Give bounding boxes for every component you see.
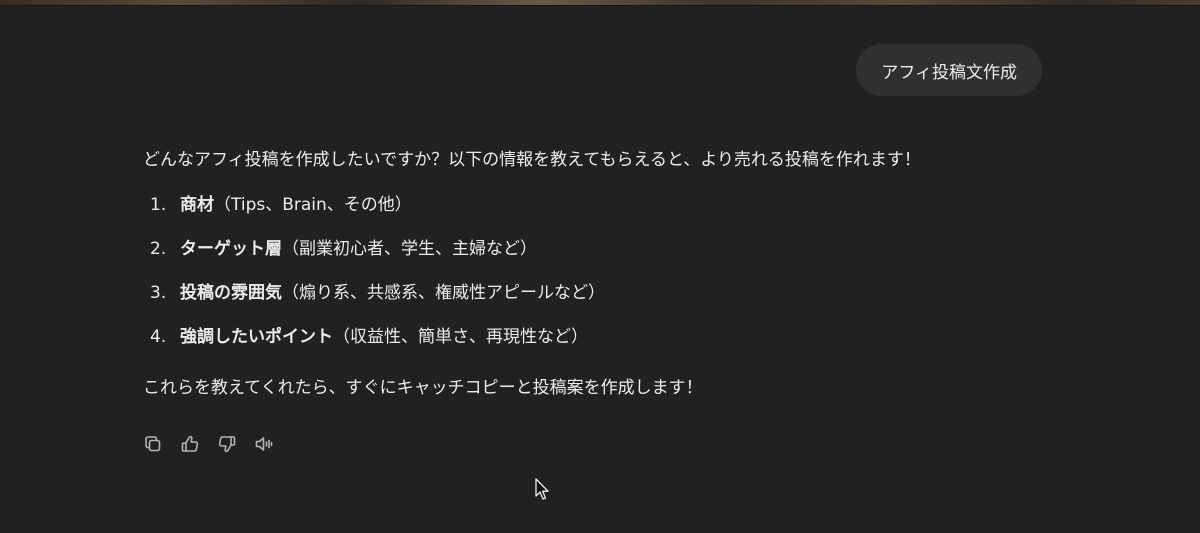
thumbs-down-button[interactable] <box>217 434 237 454</box>
list-number: 2. <box>150 239 167 259</box>
copy-icon <box>145 436 161 452</box>
read-aloud-button[interactable] <box>254 434 274 454</box>
assistant-message: どんなアフィ投稿を作成したいですか？以下の情報を教えてもらえると、より売れる投稿… <box>143 146 1063 402</box>
list-detail: （収益性、簡単さ、再現性など） <box>333 327 588 347</box>
list-item: 2. ターゲット層 （副業初心者、学生、主婦など） <box>143 235 1063 263</box>
message-actions <box>143 434 274 454</box>
thumbs-down-icon <box>218 436 236 453</box>
list-detail: （煽り系、共感系、権威性アピールなど） <box>282 283 605 303</box>
mouse-pointer-icon <box>535 478 549 500</box>
copy-button[interactable] <box>143 434 163 454</box>
assistant-outro: これらを教えてくれたら、すぐにキャッチコピーと投稿案を作成します！ <box>143 378 703 398</box>
divider <box>0 5 1200 6</box>
assistant-intro: どんなアフィ投稿を作成したいですか？以下の情報を教えてもらえると、より売れる投稿… <box>143 150 921 170</box>
list-term: 強調したいポイント <box>180 327 333 347</box>
user-message-bubble: アフィ投稿文作成 <box>856 44 1042 96</box>
list-detail: （副業初心者、学生、主婦など） <box>282 239 537 259</box>
list-term: ターゲット層 <box>180 239 282 259</box>
list-number: 1. <box>150 195 167 215</box>
speaker-icon <box>255 437 273 451</box>
list-item: 3. 投稿の雰囲気 （煽り系、共感系、権威性アピールなど） <box>143 279 1063 307</box>
thumbs-up-icon <box>181 435 199 452</box>
list-number: 4. <box>150 327 167 347</box>
list-item: 1. 商材 （Tips、Brain、その他） <box>143 191 1063 219</box>
chat-window: アフィ投稿文作成 どんなアフィ投稿を作成したいですか？以下の情報を教えてもらえる… <box>0 0 1200 533</box>
list-item: 4. 強調したいポイント （収益性、簡単さ、再現性など） <box>143 323 1063 351</box>
list-term: 投稿の雰囲気 <box>180 283 282 303</box>
list-number: 3. <box>150 283 167 303</box>
user-message-text: アフィ投稿文作成 <box>881 62 1017 83</box>
thumbs-up-button[interactable] <box>180 434 200 454</box>
numbered-list: 1. 商材 （Tips、Brain、その他） 2. ターゲット層 （副業初心者、… <box>143 191 1063 351</box>
list-detail: （Tips、Brain、その他） <box>214 195 412 215</box>
list-term: 商材 <box>180 195 214 215</box>
